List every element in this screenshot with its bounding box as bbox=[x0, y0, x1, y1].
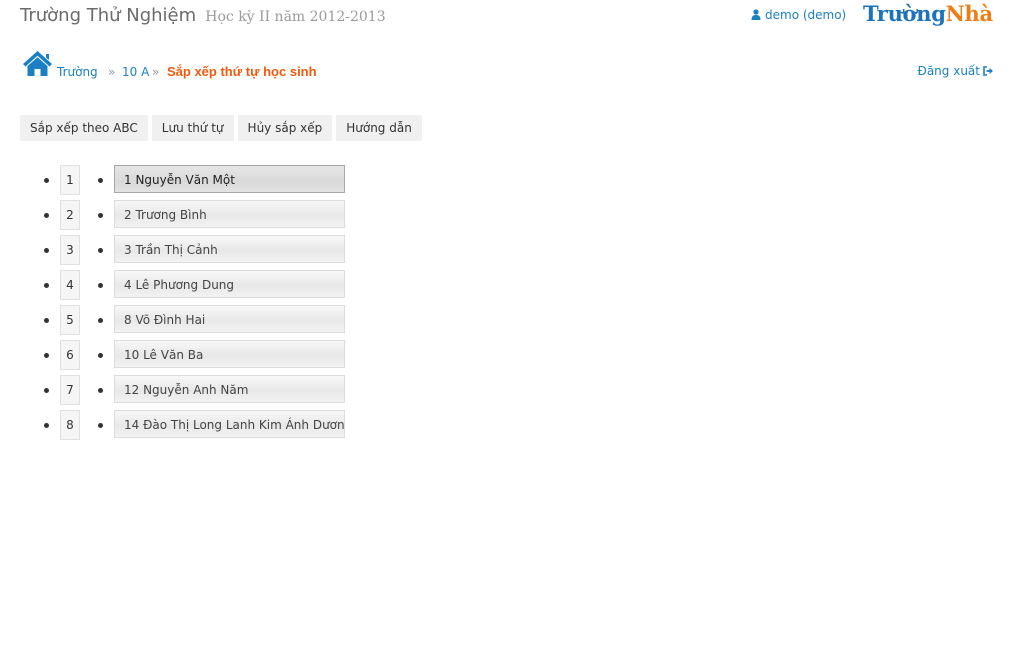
breadcrumb-current: Sắp xếp thứ tự học sinh bbox=[167, 64, 317, 79]
order-number: 5 bbox=[60, 305, 80, 335]
list-bullet bbox=[98, 283, 103, 288]
list-bullet bbox=[44, 318, 49, 323]
student-item[interactable]: 2 Trương Bình bbox=[114, 200, 345, 228]
guide-button[interactable]: Hướng dẫn bbox=[336, 115, 422, 141]
truongnha-logo[interactable]: TrườngNhà bbox=[863, 1, 993, 26]
order-number: 6 bbox=[60, 340, 80, 370]
list-bullet bbox=[98, 178, 103, 183]
list-bullet bbox=[98, 248, 103, 253]
student-item[interactable]: 4 Lê Phương Dung bbox=[114, 270, 345, 298]
save-order-button[interactable]: Lưu thứ tự bbox=[151, 115, 234, 141]
order-number: 7 bbox=[60, 375, 80, 405]
list-item: 6 10 Lê Văn Ba bbox=[0, 340, 400, 370]
list-item: 4 4 Lê Phương Dung bbox=[0, 270, 400, 300]
order-number: 3 bbox=[60, 235, 80, 265]
student-item[interactable]: 1 Nguyễn Văn Một bbox=[114, 165, 345, 193]
list-bullet bbox=[44, 353, 49, 358]
breadcrumb-class-link[interactable]: 10 A bbox=[122, 65, 149, 79]
list-item: 7 12 Nguyễn Anh Năm bbox=[0, 375, 400, 405]
order-number: 8 bbox=[60, 410, 80, 440]
home-icon[interactable] bbox=[22, 50, 53, 81]
breadcrumb-separator: » bbox=[152, 65, 160, 79]
list-bullet bbox=[98, 353, 103, 358]
list-bullet bbox=[98, 423, 103, 428]
list-bullet bbox=[44, 248, 49, 253]
list-bullet bbox=[44, 178, 49, 183]
logo-part-2: Nhà bbox=[945, 1, 993, 26]
list-bullet bbox=[44, 283, 49, 288]
student-item[interactable]: 12 Nguyễn Anh Năm bbox=[114, 375, 345, 403]
school-name: Trường Thử Nghiệm bbox=[20, 5, 197, 26]
logout-label: Đăng xuất bbox=[917, 64, 980, 78]
order-number: 2 bbox=[60, 200, 80, 230]
header-title: Trường Thử Nghiệm Học kỳ II năm 2012-201… bbox=[20, 5, 386, 26]
student-item[interactable]: 3 Trần Thị Cảnh bbox=[114, 235, 345, 263]
list-bullet bbox=[98, 318, 103, 323]
list-item: 3 3 Trần Thị Cảnh bbox=[0, 235, 400, 265]
user-menu-link[interactable]: demo (demo) bbox=[751, 8, 846, 23]
list-item: 8 14 Đào Thị Long Lanh Kim Ánh Dương bbox=[0, 410, 400, 440]
breadcrumb-home-link[interactable]: Trường bbox=[57, 65, 98, 79]
logout-link[interactable]: Đăng xuất bbox=[918, 64, 994, 79]
list-bullet bbox=[44, 388, 49, 393]
list-bullet bbox=[44, 213, 49, 218]
order-number: 1 bbox=[60, 165, 80, 195]
order-number: 4 bbox=[60, 270, 80, 300]
user-icon bbox=[751, 9, 761, 23]
list-bullet bbox=[44, 423, 49, 428]
cancel-sort-button[interactable]: Hủy sắp xếp bbox=[237, 115, 333, 141]
sort-abc-button[interactable]: Sắp xếp theo ABC bbox=[20, 115, 148, 141]
student-item[interactable]: 14 Đào Thị Long Lanh Kim Ánh Dương bbox=[114, 410, 345, 438]
list-item: 1 1 Nguyễn Văn Một bbox=[0, 165, 400, 195]
list-item: 5 8 Võ Đình Hai bbox=[0, 305, 400, 335]
student-item[interactable]: 10 Lê Văn Ba bbox=[114, 340, 345, 368]
logo-part-1: Trường bbox=[863, 1, 946, 26]
student-item[interactable]: 8 Võ Đình Hai bbox=[114, 305, 345, 333]
list-item: 2 2 Trương Bình bbox=[0, 200, 400, 230]
list-bullet bbox=[98, 213, 103, 218]
term-label: Học kỳ II năm 2012-2013 bbox=[205, 9, 386, 25]
list-bullet bbox=[98, 388, 103, 393]
toolbar: Sắp xếp theo ABC Lưu thứ tự Hủy sắp xếp Hướ… bbox=[20, 115, 426, 141]
sign-out-icon bbox=[983, 65, 994, 79]
breadcrumb-separator: » bbox=[108, 65, 116, 79]
user-name: demo (demo) bbox=[765, 8, 847, 22]
